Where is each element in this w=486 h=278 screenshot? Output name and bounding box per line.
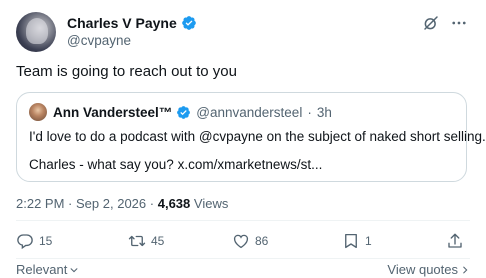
verified-icon — [177, 105, 191, 119]
grok-icon[interactable] — [422, 14, 440, 32]
share-button[interactable] — [446, 232, 469, 250]
view-quotes-label: View quotes — [387, 262, 458, 277]
tweet-timestamp: 2:22 PM · Sep 2, 2026 · 4,638 Views — [16, 196, 228, 211]
reply-icon — [17, 234, 33, 250]
share-icon — [448, 233, 462, 248]
meta-separator: · — [68, 196, 73, 211]
sort-label: Relevant — [16, 262, 68, 277]
verified-icon — [181, 16, 196, 30]
tweet-time[interactable]: 2:22 PM — [16, 196, 64, 211]
quote-handle: @annvandersteel — [196, 104, 303, 120]
reply-count: 15 — [39, 234, 53, 248]
bookmark-count: 1 — [365, 234, 372, 248]
reply-button[interactable]: 15 — [16, 232, 52, 250]
divider — [16, 258, 470, 259]
chevron-right-icon — [463, 266, 468, 273]
like-count: 86 — [255, 234, 269, 248]
repost-button[interactable]: 45 — [128, 232, 164, 250]
quote-separator: · — [307, 104, 312, 120]
bookmark-icon — [345, 233, 357, 249]
tweet-date[interactable]: Sep 2, 2026 — [76, 196, 146, 211]
quote-avatar — [29, 103, 47, 121]
bookmark-button[interactable]: 1 — [342, 232, 372, 250]
repost-count: 45 — [151, 234, 165, 248]
views-count: 4,638 — [157, 196, 191, 211]
more-icon[interactable] — [450, 14, 468, 32]
quote-time: 3h — [316, 104, 332, 120]
author-name-row[interactable]: Charles V Payne — [67, 14, 197, 32]
author-name[interactable]: Charles V Payne — [67, 15, 177, 31]
quoted-tweet[interactable]: Ann Vandersteel™ @annvandersteel · 3h I'… — [16, 92, 486, 182]
author-handle[interactable]: @cvpayne — [67, 33, 197, 48]
quote-header: Ann Vandersteel™ @annvandersteel · 3h — [29, 103, 332, 121]
quote-text-line2: Charles - what say you? x.com/xmarketnew… — [29, 157, 323, 172]
meta-separator: · — [149, 196, 155, 211]
views-label: Views — [193, 196, 229, 211]
view-quotes-link[interactable]: View quotes — [387, 262, 470, 277]
action-bar: 15 45 86 1 — [16, 232, 470, 254]
like-icon — [233, 234, 249, 249]
replies-footer: Relevant View quotes — [16, 262, 470, 277]
tweet-text: Team is going to reach out to you — [16, 63, 237, 80]
sort-dropdown[interactable]: Relevant — [16, 262, 79, 277]
quote-text-line1: I'd love to do a podcast with @cvpayne o… — [29, 129, 486, 144]
repost-icon — [128, 235, 146, 247]
tweet-header: Charles V Payne @cvpayne — [16, 12, 470, 52]
like-button[interactable]: 86 — [232, 232, 268, 250]
divider — [16, 220, 470, 221]
quote-author-name: Ann Vandersteel™ — [53, 104, 173, 120]
chevron-down-icon — [70, 267, 78, 272]
author-avatar[interactable] — [16, 12, 56, 52]
author-names: Charles V Payne @cvpayne — [67, 14, 197, 48]
